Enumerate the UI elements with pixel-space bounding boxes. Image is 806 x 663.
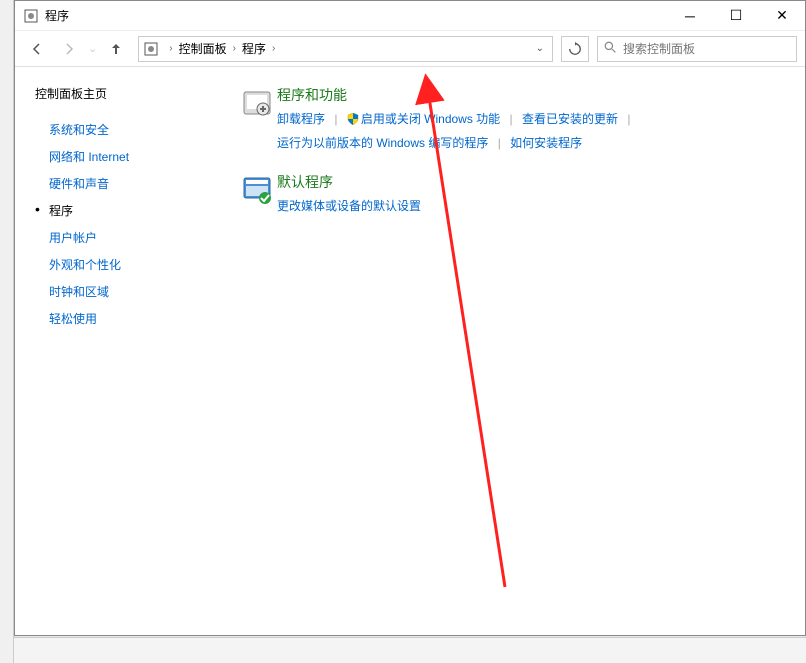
sidebar-item-ease-of-access[interactable]: 轻松使用	[35, 305, 225, 332]
default-programs-icon	[237, 172, 277, 218]
forward-button[interactable]	[55, 35, 83, 63]
link-how-install[interactable]: 如何安装程序	[510, 136, 582, 150]
sidebar-item-hardware-sound[interactable]: 硬件和声音	[35, 170, 225, 197]
navbar: ⌄ › 控制面板 › 程序 › ⌄	[15, 31, 805, 67]
sidebar-item-appearance[interactable]: 外观和个性化	[35, 251, 225, 278]
titlebar: 程序 ─ ☐ ✕	[15, 1, 805, 31]
breadcrumb-programs[interactable]: 程序	[240, 40, 268, 57]
address-bar[interactable]: › 控制面板 › 程序 › ⌄	[138, 36, 553, 62]
section-programs-features: 程序和功能 卸载程序 | 启用或关闭 Windows 功能 | 查看已安装的更新…	[237, 85, 793, 154]
default-programs-title[interactable]: 默认程序	[277, 172, 793, 192]
sidebar-home-link[interactable]: 控制面板主页	[35, 85, 225, 102]
sidebar-item-clock-region[interactable]: 时钟和区域	[35, 278, 225, 305]
refresh-button[interactable]	[561, 36, 589, 62]
sidebar-item-programs[interactable]: 程序	[35, 197, 225, 224]
content-area: 控制面板主页 系统和安全 网络和 Internet 硬件和声音 程序 用户帐户 …	[15, 67, 805, 635]
control-panel-window: 程序 ─ ☐ ✕ ⌄ › 控制面板 › 程序 › ⌄	[14, 0, 806, 636]
up-button[interactable]	[102, 35, 130, 63]
programs-features-title[interactable]: 程序和功能	[277, 85, 793, 105]
default-programs-links: 更改媒体或设备的默认设置	[277, 196, 793, 218]
breadcrumb-chevron-end[interactable]: ›	[268, 43, 279, 54]
section-default-programs: 默认程序 更改媒体或设备的默认设置	[237, 172, 793, 218]
background-strip	[14, 637, 806, 663]
link-view-updates[interactable]: 查看已安装的更新	[522, 112, 618, 126]
link-change-media-defaults[interactable]: 更改媒体或设备的默认设置	[277, 199, 421, 213]
breadcrumb-control-panel[interactable]: 控制面板	[177, 40, 229, 57]
close-button[interactable]: ✕	[759, 1, 805, 30]
window-controls: ─ ☐ ✕	[667, 1, 805, 30]
link-uninstall-program[interactable]: 卸载程序	[277, 112, 325, 126]
sidebar-item-network-internet[interactable]: 网络和 Internet	[35, 143, 225, 170]
nav-recent-dropdown[interactable]: ⌄	[88, 42, 97, 55]
maximize-button[interactable]: ☐	[713, 1, 759, 30]
search-input[interactable]	[623, 42, 790, 56]
address-history-dropdown[interactable]: ⌄	[532, 43, 548, 54]
main-panel: 程序和功能 卸载程序 | 启用或关闭 Windows 功能 | 查看已安装的更新…	[225, 67, 805, 635]
shield-icon	[347, 111, 359, 133]
breadcrumb-root-chevron[interactable]: ›	[165, 43, 176, 54]
link-windows-features[interactable]: 启用或关闭 Windows 功能	[361, 112, 500, 126]
minimize-button[interactable]: ─	[667, 1, 713, 30]
sidebar-item-system-security[interactable]: 系统和安全	[35, 116, 225, 143]
programs-features-icon	[237, 85, 277, 154]
sidebar: 控制面板主页 系统和安全 网络和 Internet 硬件和声音 程序 用户帐户 …	[15, 67, 225, 635]
link-compatibility[interactable]: 运行为以前版本的 Windows 编写的程序	[277, 136, 488, 150]
back-button[interactable]	[23, 35, 51, 63]
address-icon	[143, 41, 159, 57]
search-box[interactable]	[597, 36, 797, 62]
background-edge	[0, 0, 14, 663]
window-title: 程序	[45, 7, 667, 24]
breadcrumb-chevron[interactable]: ›	[229, 43, 240, 54]
window-icon	[23, 8, 39, 24]
sidebar-category-list: 系统和安全 网络和 Internet 硬件和声音 程序 用户帐户 外观和个性化 …	[35, 116, 225, 332]
search-icon	[604, 41, 617, 57]
sidebar-item-user-accounts[interactable]: 用户帐户	[35, 224, 225, 251]
programs-features-links: 卸载程序 | 启用或关闭 Windows 功能 | 查看已安装的更新 | 运行为…	[277, 109, 793, 154]
